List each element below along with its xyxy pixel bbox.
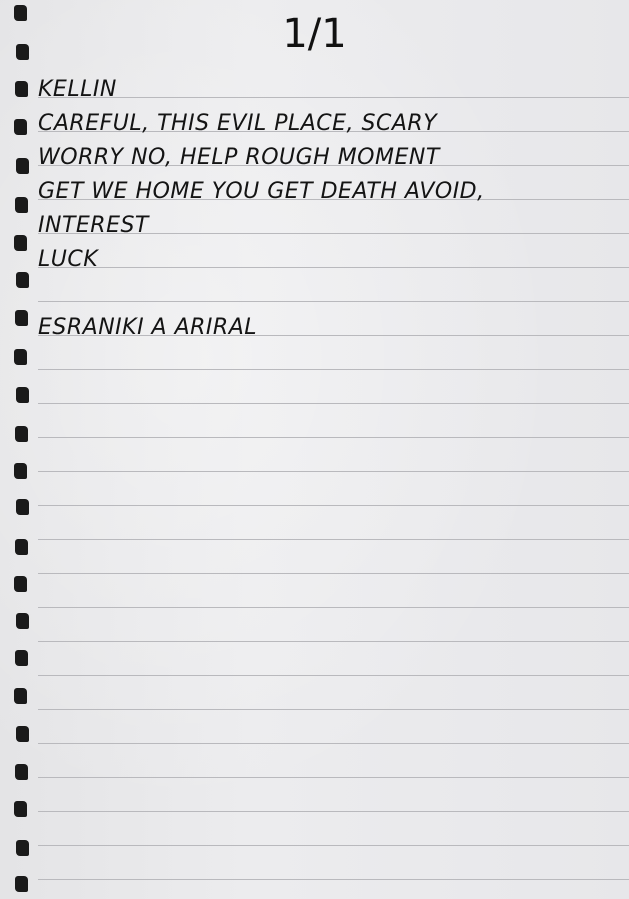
binding-hole-icon [16,499,29,515]
ruled-line [38,811,629,812]
note-line: CAREFUL, THIS EVIL PLACE, SCARY [38,111,438,136]
ruled-line [38,505,629,506]
note-line: INTEREST [38,213,149,238]
ruled-line [38,573,629,574]
ruled-line [38,403,629,404]
binding-hole-icon [15,650,28,666]
note-line: WORRY NO, HELP ROUGH MOMENT [38,145,440,170]
ruled-line [38,437,629,438]
ruled-line [38,845,629,846]
binding-hole-icon [16,840,29,856]
note-line: GET WE HOME YOU GET DEATH AVOID, [38,179,485,204]
binding-hole-icon [14,801,27,817]
ruled-line [38,777,629,778]
binding-hole-icon [14,576,27,592]
binding-hole-icon [16,726,29,742]
ruled-line [38,607,629,608]
ruled-line [38,539,629,540]
ruled-line [38,369,629,370]
ruled-line [38,879,629,880]
note-line-signature: ESRANIKI A ARIRAL [38,315,258,340]
binding-hole-icon [15,81,28,97]
handwritten-note: KELLIN CAREFUL, THIS EVIL PLACE, SCARY W… [38,73,623,345]
ruled-line [38,709,629,710]
ruled-line [38,471,629,472]
binding-hole-icon [15,764,28,780]
binding-hole-icon [15,197,28,213]
notebook-page: 1/1 KELLIN CAREFUL, THIS EVIL PLACE, SCA… [0,0,629,899]
binding-hole-icon [15,310,28,326]
binding-hole-icon [16,272,29,288]
binding-hole-icon [16,613,29,629]
binding-hole-icon [16,158,29,174]
binding-hole-icon [15,539,28,555]
note-line-greeting: KELLIN [38,77,117,102]
binding-hole-icon [16,387,29,403]
binding-hole-icon [14,349,27,365]
binding-hole-icon [14,235,27,251]
ruled-line [38,641,629,642]
binding-hole-icon [15,876,28,892]
page-number: 1/1 [282,11,347,57]
binding-hole-icon [14,119,27,135]
spiral-binding [0,0,36,899]
note-line: LUCK [38,247,99,272]
binding-hole-icon [15,426,28,442]
ruled-line [38,743,629,744]
binding-hole-icon [14,463,27,479]
binding-hole-icon [14,688,27,704]
ruled-line [38,675,629,676]
note-line-blank [38,277,623,311]
